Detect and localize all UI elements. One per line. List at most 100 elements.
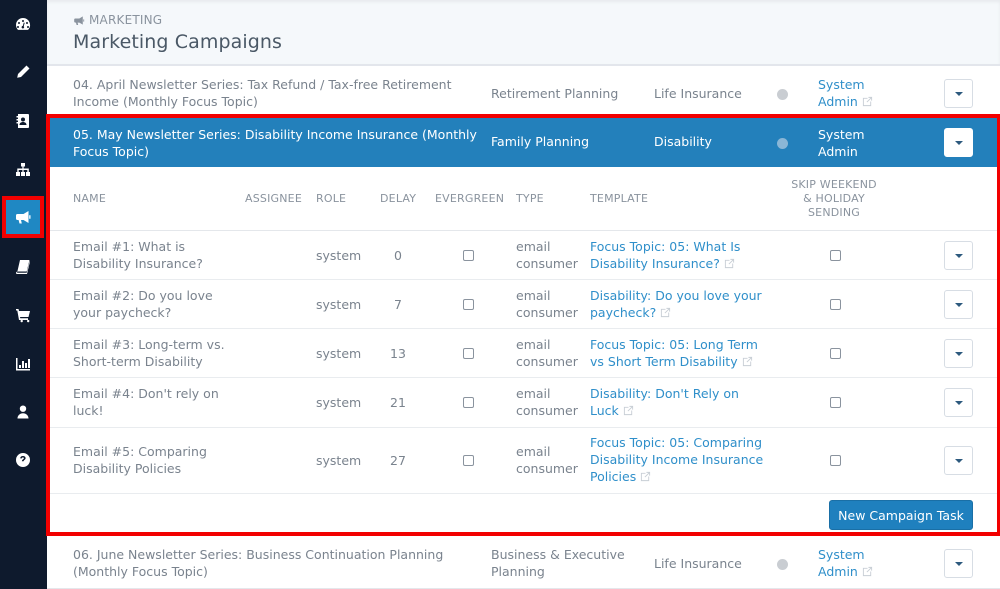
evergreen-checkbox[interactable]: [463, 397, 474, 408]
book-icon: [16, 260, 30, 275]
sidebar-item-contacts[interactable]: [6, 104, 40, 138]
task-name: Email #3: Long-term vs. Short-term Disab…: [73, 337, 225, 369]
task-name: Email #5: Comparing Disability Policies: [73, 444, 207, 476]
template-name: Disability: Don't Rely on Luck: [590, 386, 739, 418]
breadcrumb: MARKETING: [73, 13, 162, 27]
task-actions-dropdown[interactable]: [944, 290, 973, 319]
campaign-owner-link[interactable]: System Admin: [818, 76, 878, 110]
task-name: Email #1: What is Disability Insurance?: [73, 239, 203, 271]
owner-name: System Admin: [818, 547, 865, 579]
column-header-type: TYPE: [516, 192, 544, 205]
table-row: Email #4: Don't rely on luck! system 21 …: [50, 378, 997, 428]
column-header-delay: DELAY: [380, 192, 417, 205]
evergreen-checkbox[interactable]: [463, 348, 474, 359]
evergreen-checkbox[interactable]: [463, 250, 474, 261]
task-delay: 0: [394, 248, 402, 263]
pencil-icon: [17, 65, 30, 79]
template-link[interactable]: Focus Topic: 05: Comparing Disability In…: [590, 434, 770, 485]
task-type: email consumer: [516, 337, 578, 369]
campaign-expanded-panel: 05. May Newsletter Series: Disability In…: [46, 114, 1000, 536]
main-content: MARKETING Marketing Campaigns 04. April …: [46, 0, 1000, 589]
task-type: email consumer: [516, 386, 578, 418]
campaign-category: Business & Executive Planning: [491, 547, 625, 579]
dashboard-icon: [16, 18, 31, 30]
column-header-skip-weekend: SKIP WEEKEND & HOLIDAY SENDING: [791, 178, 877, 219]
evergreen-checkbox[interactable]: [463, 299, 474, 310]
campaign-row[interactable]: 06. June Newsletter Series: Business Con…: [47, 538, 1000, 589]
table-row: Email #2: Do you love your paycheck? sys…: [50, 280, 997, 329]
campaign-owner-link[interactable]: System Admin: [818, 546, 878, 580]
evergreen-checkbox[interactable]: [463, 455, 474, 466]
campaign-product: Life Insurance: [654, 556, 742, 571]
external-link-icon: [623, 403, 634, 416]
sidebar-item-help[interactable]: [6, 443, 40, 477]
campaign-product: Disability: [654, 134, 712, 149]
task-name: Email #2: Do you love your paycheck?: [73, 288, 213, 320]
breadcrumb-label: MARKETING: [89, 13, 163, 27]
page-header: MARKETING Marketing Campaigns: [47, 0, 1000, 66]
template-link[interactable]: Focus Topic: 05: Long Term vs Short Term…: [590, 336, 770, 370]
user-icon: [17, 405, 29, 419]
sidebar-item-dashboard[interactable]: [6, 7, 40, 41]
sidebar-item-library[interactable]: [6, 250, 40, 284]
task-actions-dropdown[interactable]: [944, 388, 973, 417]
campaign-actions-dropdown[interactable]: [944, 128, 973, 157]
sidebar-item-store[interactable]: [6, 298, 40, 332]
column-header-assignee: ASSIGNEE: [245, 192, 302, 205]
task-actions-dropdown[interactable]: [944, 446, 973, 475]
campaign-owner-link[interactable]: System Admin: [818, 126, 873, 160]
owner-name: System Admin: [818, 77, 865, 109]
skip-weekend-checkbox[interactable]: [830, 250, 841, 261]
external-link-icon: [862, 94, 873, 107]
task-delay: 7: [394, 297, 402, 312]
task-actions-dropdown[interactable]: [944, 339, 973, 368]
campaign-name: 05. May Newsletter Series: Disability In…: [73, 127, 477, 159]
skip-weekend-checkbox[interactable]: [830, 348, 841, 359]
task-delay: 21: [390, 395, 406, 410]
template-link[interactable]: Disability: Don't Rely on Luck: [590, 385, 770, 419]
globe-icon: [777, 89, 788, 100]
task-actions-dropdown[interactable]: [944, 241, 973, 270]
sidebar-item-hierarchy[interactable]: [6, 153, 40, 187]
column-header-role: ROLE: [316, 192, 347, 205]
table-row: Email #1: What is Disability Insurance? …: [50, 231, 997, 280]
campaign-name: 06. June Newsletter Series: Business Con…: [73, 547, 444, 579]
globe-icon: [777, 559, 788, 570]
task-role: system: [316, 395, 362, 410]
sidebar-item-users[interactable]: [6, 395, 40, 429]
template-link[interactable]: Focus Topic: 05: What Is Disability Insu…: [590, 238, 770, 272]
external-link-icon: [742, 354, 753, 367]
external-link-icon: [660, 305, 671, 318]
column-header-evergreen: EVERGREEN: [435, 192, 505, 205]
external-link-icon: [862, 564, 873, 577]
hierarchy-icon: [16, 163, 30, 176]
campaign-row-selected[interactable]: 05. May Newsletter Series: Disability In…: [50, 118, 997, 167]
globe-icon: [777, 138, 788, 149]
sidebar-item-edit[interactable]: [6, 55, 40, 89]
task-type: email consumer: [516, 239, 578, 271]
template-name: Disability: Do you love your paycheck?: [590, 288, 762, 320]
external-link-icon: [724, 256, 735, 269]
template-name: Focus Topic: 05: Long Term vs Short Term…: [590, 337, 758, 369]
skip-weekend-checkbox[interactable]: [830, 455, 841, 466]
new-campaign-task-button[interactable]: New Campaign Task: [829, 500, 973, 530]
campaign-actions-dropdown[interactable]: [944, 79, 973, 108]
template-link[interactable]: Disability: Do you love your paycheck?: [590, 287, 770, 321]
campaign-product: Life Insurance: [654, 86, 742, 101]
task-role: system: [316, 297, 362, 312]
campaign-row[interactable]: 04. April Newsletter Series: Tax Refund …: [47, 68, 1000, 117]
task-role: system: [316, 248, 362, 263]
column-header-name: NAME: [73, 192, 106, 205]
skip-weekend-checkbox[interactable]: [830, 397, 841, 408]
campaign-actions-dropdown[interactable]: [944, 549, 973, 578]
contacts-icon: [16, 114, 29, 128]
task-role: system: [316, 346, 362, 361]
sidebar-item-marketing[interactable]: [2, 196, 44, 238]
skip-weekend-checkbox[interactable]: [830, 299, 841, 310]
sidebar-item-reports[interactable]: [6, 347, 40, 381]
table-row: Email #3: Long-term vs. Short-term Disab…: [50, 329, 997, 378]
column-header-template: TEMPLATE: [590, 192, 649, 205]
campaign-category: Retirement Planning: [491, 86, 619, 101]
task-delay: 27: [390, 453, 406, 468]
template-name: Focus Topic: 05: What Is Disability Insu…: [590, 239, 741, 271]
